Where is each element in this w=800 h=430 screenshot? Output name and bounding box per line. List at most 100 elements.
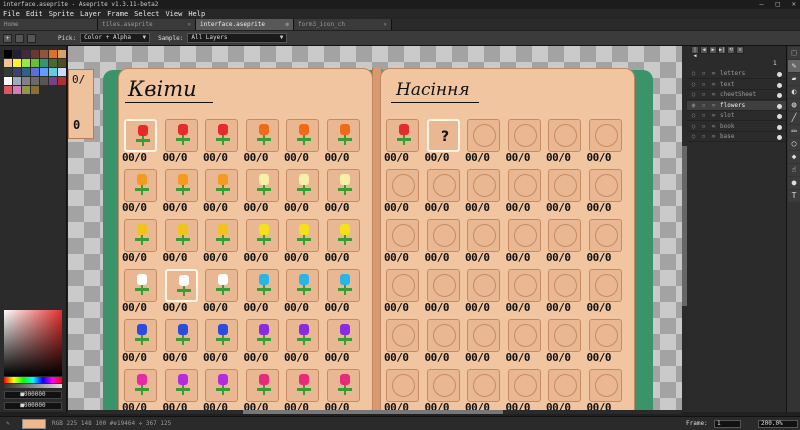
hue-slider[interactable] xyxy=(4,377,62,383)
sample-select[interactable]: All Layers ▼ xyxy=(187,33,288,43)
cel-dot-icon[interactable] xyxy=(777,114,782,119)
layer-row[interactable]: ○ ▫ ∞ base xyxy=(687,132,787,142)
current-color-swatch[interactable] xyxy=(22,419,46,429)
palette-swatch[interactable] xyxy=(31,68,39,76)
palette-swatch[interactable] xyxy=(13,59,21,67)
palette-swatch[interactable] xyxy=(13,68,21,76)
palette-swatch[interactable] xyxy=(4,86,12,94)
palette-swatch[interactable] xyxy=(49,68,57,76)
tool-button[interactable]: ◐ xyxy=(788,86,800,98)
frame-field[interactable]: 1 xyxy=(714,420,741,428)
layer-row[interactable]: ◉ ▫ ∞ flowers xyxy=(687,100,787,111)
animation-button[interactable]: ◀ xyxy=(700,46,708,54)
palette-swatch[interactable] xyxy=(58,59,66,67)
animation-button[interactable]: |◀ xyxy=(691,46,699,59)
palette-swatch[interactable] xyxy=(40,68,48,76)
eye-icon[interactable]: ◉ xyxy=(690,101,697,111)
tool-button[interactable]: ◍ xyxy=(788,99,800,111)
palette-swatch[interactable] xyxy=(40,50,48,58)
layer-row[interactable]: ○ ▫ ∞ book xyxy=(687,122,787,132)
palette-menu-icon[interactable] xyxy=(27,33,36,43)
menu-view[interactable]: View xyxy=(165,9,182,19)
tab-form3-icon[interactable]: form3_icon_ch ✕ xyxy=(294,19,392,30)
menu-sprite[interactable]: Sprite xyxy=(49,9,74,19)
tool-button[interactable]: ◆ xyxy=(788,151,800,163)
palette-swatch[interactable] xyxy=(58,50,66,58)
palette-swatch[interactable] xyxy=(49,59,57,67)
minimize-icon[interactable]: – xyxy=(759,0,763,9)
palette-swatch[interactable] xyxy=(31,59,39,67)
tool-button[interactable]: ⬚ xyxy=(788,47,800,59)
menu-select[interactable]: Select xyxy=(134,9,159,19)
palette-swatch[interactable] xyxy=(49,77,57,85)
menu-help[interactable]: Help xyxy=(188,9,205,19)
scroll-thumb[interactable] xyxy=(243,410,503,414)
link-icon[interactable]: ∞ xyxy=(710,132,717,142)
close-icon[interactable]: ✕ xyxy=(187,19,191,30)
palette-swatch[interactable] xyxy=(49,50,57,58)
link-icon[interactable]: ∞ xyxy=(710,122,717,132)
cel-dot-icon[interactable] xyxy=(777,72,782,77)
palette-swatch[interactable] xyxy=(4,68,12,76)
link-icon[interactable]: ∞ xyxy=(710,90,717,100)
tab-tiles[interactable]: tiles.aseprite ✕ xyxy=(98,19,196,30)
palette-swatch[interactable] xyxy=(4,59,12,67)
lock-icon[interactable]: ▫ xyxy=(700,90,707,100)
animation-button[interactable]: ⟲ xyxy=(727,46,735,54)
palette-swatch[interactable] xyxy=(31,50,39,58)
palette-swatch[interactable] xyxy=(13,77,21,85)
eye-icon[interactable]: ○ xyxy=(690,90,697,100)
menu-edit[interactable]: Edit xyxy=(26,9,43,19)
link-icon[interactable]: ∞ xyxy=(710,111,717,121)
palette-swatch[interactable] xyxy=(31,86,39,94)
layer-row[interactable]: ○ ▫ ∞ letters xyxy=(687,69,787,79)
link-icon[interactable]: ∞ xyxy=(710,101,717,111)
lock-icon[interactable]: ▫ xyxy=(700,69,707,79)
horizontal-scrollbar[interactable] xyxy=(68,410,682,414)
palette-swatch[interactable] xyxy=(13,50,21,58)
sprite-canvas[interactable]: 0/ 0 Квіти 00/0 00/0 00/0 00/0 00/0 00/0 00/0 0… xyxy=(68,46,682,410)
alpha-slider[interactable] xyxy=(4,384,62,388)
cel-dot-icon[interactable] xyxy=(777,124,782,130)
eye-icon[interactable]: ○ xyxy=(690,69,697,79)
palette-swatch[interactable] xyxy=(40,77,48,85)
menu-layer[interactable]: Layer xyxy=(80,9,101,19)
palette-swatch[interactable] xyxy=(13,86,21,94)
palette-swatch[interactable] xyxy=(4,77,12,85)
animation-button[interactable]: ≡ xyxy=(736,46,744,54)
fg-color-field[interactable]: ■000000 xyxy=(4,391,62,399)
tool-button[interactable]: ✎ xyxy=(788,60,800,72)
eye-icon[interactable]: ○ xyxy=(690,111,697,121)
tool-button[interactable]: ▭ xyxy=(788,125,800,137)
color-spectrum[interactable] xyxy=(4,310,62,376)
layer-row[interactable]: ○ ▫ ∞ text xyxy=(687,80,787,90)
menu-file[interactable]: File xyxy=(3,9,20,19)
tool-button[interactable]: ╱ xyxy=(788,112,800,124)
palette-swatch[interactable] xyxy=(22,50,30,58)
palette-swatch[interactable] xyxy=(22,86,30,94)
add-color-button[interactable]: + xyxy=(3,33,12,43)
palette-swatch[interactable] xyxy=(22,68,30,76)
lock-icon[interactable]: ▫ xyxy=(700,80,707,90)
cel-dot-icon[interactable] xyxy=(777,82,782,88)
frame-column-header[interactable]: 1 xyxy=(773,60,777,67)
eye-icon[interactable]: ○ xyxy=(690,80,697,90)
bg-color-field[interactable]: ■000000 xyxy=(4,402,62,410)
eye-icon[interactable]: ○ xyxy=(690,132,697,142)
tool-button[interactable]: ● xyxy=(788,177,800,189)
maximize-icon[interactable]: □ xyxy=(776,0,780,9)
animation-button[interactable]: ▶ xyxy=(709,46,717,54)
eye-icon[interactable]: ○ xyxy=(690,122,697,132)
pick-select[interactable]: Color + Alpha ▼ xyxy=(80,33,151,43)
palette-swatch[interactable] xyxy=(31,77,39,85)
tool-button[interactable]: ▰ xyxy=(788,73,800,85)
lock-icon[interactable]: ▫ xyxy=(700,122,707,132)
palette-swatch[interactable] xyxy=(58,77,66,85)
cel-dot-icon[interactable] xyxy=(777,93,782,98)
palette-swatch[interactable] xyxy=(22,77,30,85)
menu-frame[interactable]: Frame xyxy=(107,9,128,19)
close-icon[interactable]: ✕ xyxy=(792,0,796,9)
lock-icon[interactable]: ▫ xyxy=(700,101,707,111)
palette-swatch[interactable] xyxy=(40,59,48,67)
layer-row[interactable]: ○ ▫ ∞ cheetSheet xyxy=(687,90,787,100)
